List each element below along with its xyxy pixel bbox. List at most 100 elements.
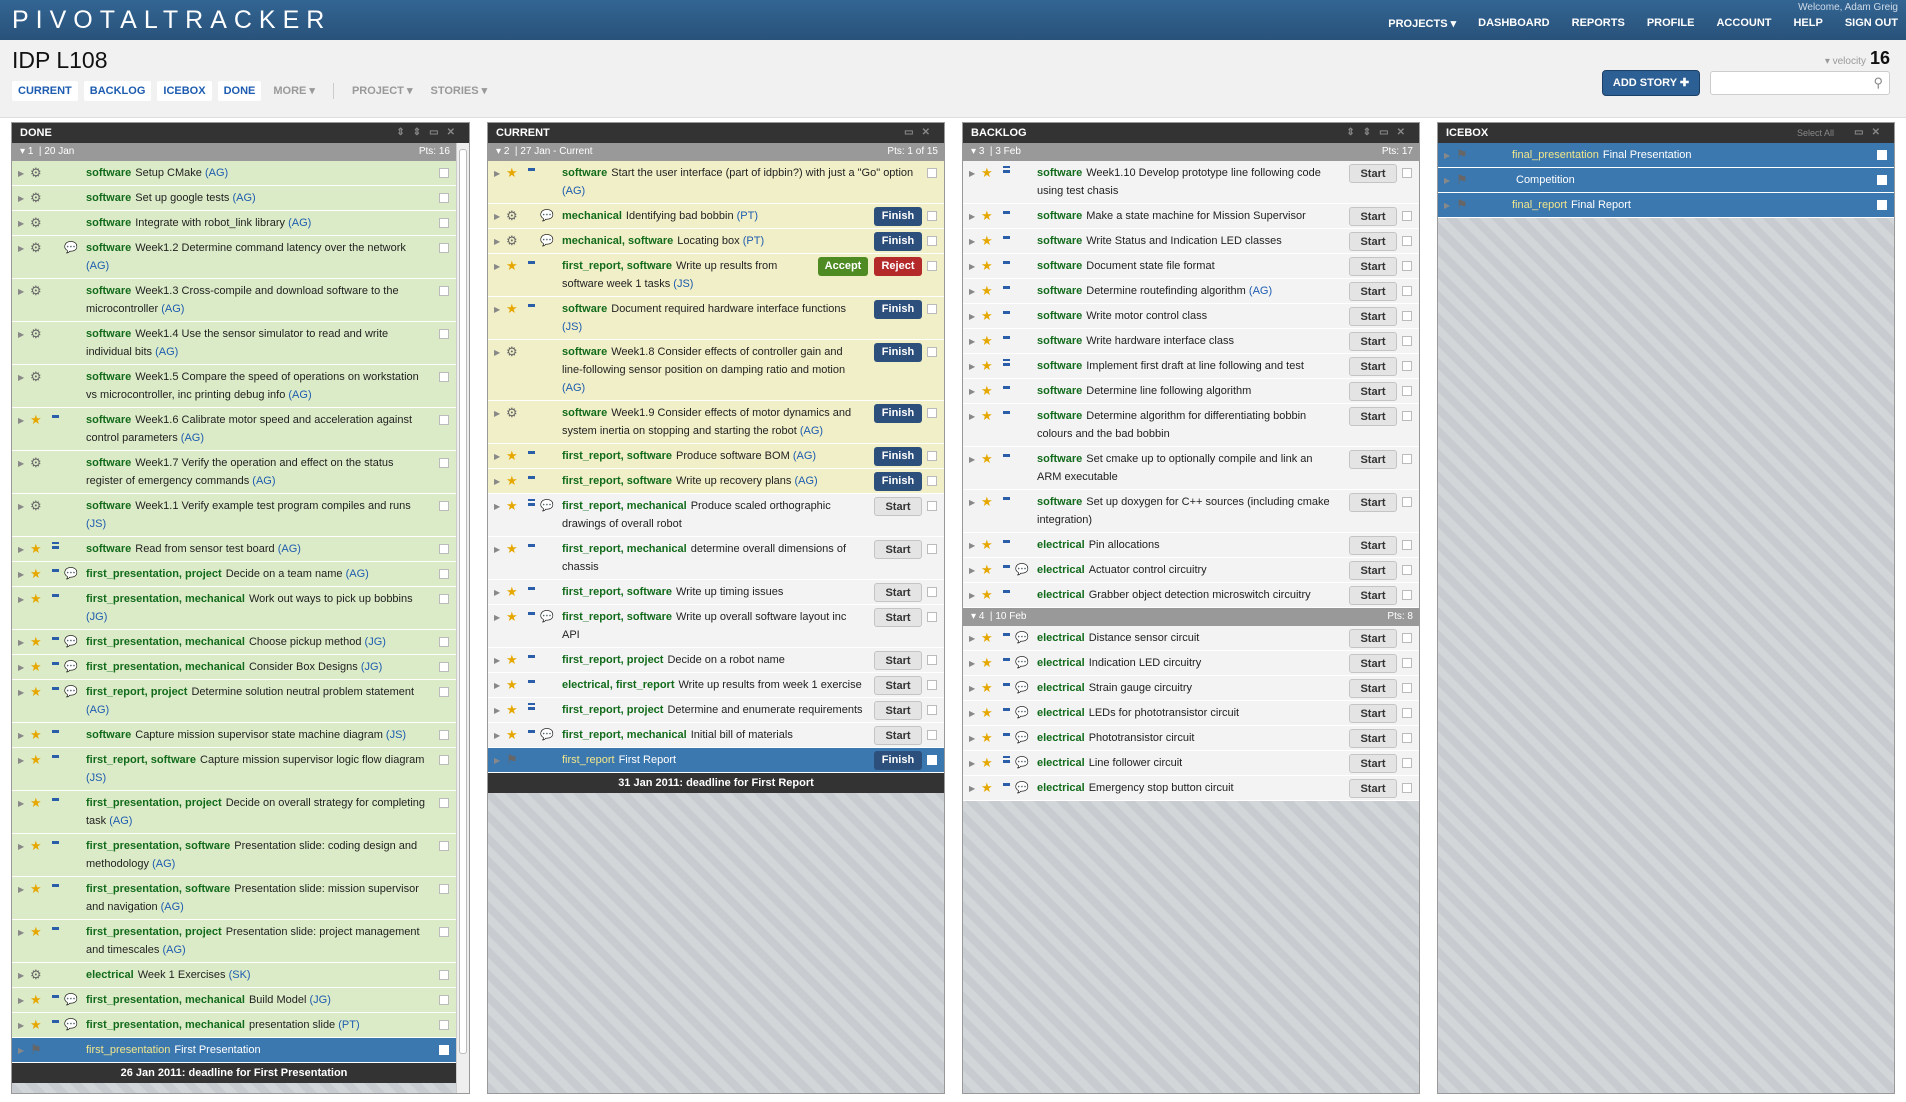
expand-icon[interactable]: ▶ — [969, 383, 975, 401]
release-marker[interactable]: ▶ ⚑ final_report Final Report — [1438, 193, 1894, 218]
story-labels[interactable]: first_presentation, mechanical — [86, 593, 245, 605]
select-checkbox[interactable] — [439, 372, 449, 382]
expand-icon[interactable]: ▶ — [969, 258, 975, 276]
select-checkbox[interactable] — [927, 612, 937, 622]
select-checkbox[interactable] — [439, 1045, 449, 1055]
story-item[interactable]: ▶ ★ first_report, mechanical determine over… — [488, 537, 944, 580]
select-checkbox[interactable] — [927, 168, 937, 178]
story-labels[interactable]: first_presentation, software — [86, 840, 230, 852]
start-button[interactable]: Start — [1349, 586, 1397, 605]
finish-button[interactable]: Finish — [874, 232, 922, 251]
expand-icon[interactable]: ▶ — [18, 240, 24, 258]
story-labels[interactable]: software — [1037, 360, 1082, 372]
start-button[interactable]: Start — [1349, 654, 1397, 673]
select-checkbox[interactable] — [927, 476, 937, 486]
expand-icon[interactable]: ▶ — [1444, 197, 1450, 215]
select-checkbox[interactable] — [1402, 708, 1412, 718]
story-labels[interactable]: software — [1037, 310, 1082, 322]
start-button[interactable]: Start — [1349, 407, 1397, 426]
story-item[interactable]: ▶ ★ first_presentation, software Presentati… — [12, 834, 456, 877]
expand-icon[interactable]: ▶ — [18, 752, 24, 770]
story-labels[interactable]: first_presentation — [86, 1044, 170, 1056]
select-checkbox[interactable] — [927, 211, 937, 221]
expand-icon[interactable]: ▶ — [18, 215, 24, 233]
story-labels[interactable]: first_report, mechanical — [562, 543, 687, 555]
select-checkbox[interactable] — [1402, 783, 1412, 793]
story-labels[interactable]: first_report, project — [562, 704, 663, 716]
select-checkbox[interactable] — [1402, 411, 1412, 421]
expand-icon[interactable]: ▶ — [969, 780, 975, 798]
select-checkbox[interactable] — [927, 544, 937, 554]
story-item[interactable]: ▶ ★ first_presentation, project Presentatio… — [12, 920, 456, 963]
finish-button[interactable]: Finish — [874, 751, 922, 770]
select-checkbox[interactable] — [439, 662, 449, 672]
nav-account[interactable]: ACCOUNT — [1716, 17, 1771, 30]
story-item[interactable]: ▶ ★ electrical Grabber object detection mic… — [963, 583, 1419, 608]
select-checkbox[interactable] — [439, 193, 449, 203]
story-item[interactable]: ▶ ⚙ electrical Week 1 Exercises (SK) — [12, 963, 456, 988]
story-labels[interactable]: software — [1037, 167, 1082, 179]
panel-controls-icon[interactable]: ⇕⇕▭✕ — [396, 123, 463, 143]
select-checkbox[interactable] — [1402, 454, 1412, 464]
story-labels[interactable]: software — [86, 414, 131, 426]
story-item[interactable]: ▶ ⚙ software Setup CMake (AG) — [12, 161, 456, 186]
story-item[interactable]: ▶ ★ software Write motor control class Star… — [963, 304, 1419, 329]
story-item[interactable]: ▶ ★ 💬 first_presentation, project Decide on … — [12, 562, 456, 587]
story-labels[interactable]: electrical — [1037, 782, 1085, 794]
story-item[interactable]: ▶ ⚙ 💬 mechanical, software Locating box (PT)… — [488, 229, 944, 254]
story-item[interactable]: ▶ ⚙ software Week1.8 Consider effects of co… — [488, 340, 944, 401]
expand-icon[interactable]: ▶ — [18, 591, 24, 609]
story-labels[interactable]: first_report, mechanical — [562, 729, 687, 741]
story-item[interactable]: ▶ ★ 💬 first_report, mechanical Produce scale… — [488, 494, 944, 537]
select-checkbox[interactable] — [927, 587, 937, 597]
expand-icon[interactable]: ▶ — [494, 208, 500, 226]
story-labels[interactable]: first_presentation, project — [86, 568, 222, 580]
start-button[interactable]: Start — [1349, 536, 1397, 555]
expand-icon[interactable]: ▶ — [494, 258, 500, 276]
story-item[interactable]: ▶ ⚙ software Week1.1 Verify example test pr… — [12, 494, 456, 537]
story-item[interactable]: ▶ ★ software Write Status and Indication LE… — [963, 229, 1419, 254]
story-item[interactable]: ▶ ⚙ software Set up google tests (AG) — [12, 186, 456, 211]
story-item[interactable]: ▶ ★ 💬 electrical Distance sensor circuit Sta… — [963, 626, 1419, 651]
expand-icon[interactable]: ▶ — [18, 455, 24, 473]
start-button[interactable]: Start — [1349, 629, 1397, 648]
expand-icon[interactable]: ▶ — [18, 1017, 24, 1035]
story-item[interactable]: ▶ ⚙ software Week1.9 Consider effects of mo… — [488, 401, 944, 444]
story-labels[interactable]: electrical, first_report — [562, 679, 675, 691]
story-labels[interactable]: first_presentation, mechanical — [86, 636, 245, 648]
expand-icon[interactable]: ▶ — [969, 451, 975, 469]
story-labels[interactable]: software — [86, 328, 131, 340]
story-item[interactable]: ▶ ★ 💬 first_presentation, mechanical Build M… — [12, 988, 456, 1013]
start-button[interactable]: Start — [874, 726, 922, 745]
select-checkbox[interactable] — [1402, 590, 1412, 600]
story-item[interactable]: ▶ ★ software Set up doxygen for C++ sources… — [963, 490, 1419, 533]
select-checkbox[interactable] — [439, 841, 449, 851]
story-labels[interactable]: software — [562, 346, 607, 358]
scrollbar-thumb[interactable] — [459, 149, 467, 1054]
expand-icon[interactable]: ▶ — [18, 684, 24, 702]
select-checkbox[interactable] — [439, 755, 449, 765]
select-checkbox[interactable] — [439, 458, 449, 468]
velocity[interactable]: ▾ velocity 16 — [1825, 48, 1890, 69]
story-item[interactable]: ▶ ★ 💬 first_presentation, mechanical present… — [12, 1013, 456, 1038]
expand-icon[interactable]: ▶ — [969, 358, 975, 376]
select-checkbox[interactable] — [439, 637, 449, 647]
story-item[interactable]: ▶ ★ 💬 first_presentation, mechanical Choose … — [12, 630, 456, 655]
story-item[interactable]: ▶ ★ 💬 first_report, mechanical Initial bill … — [488, 723, 944, 748]
story-labels[interactable]: electrical — [1037, 732, 1085, 744]
accept-button[interactable]: Accept — [818, 257, 868, 276]
menu-stories[interactable]: STORIES ▾ — [424, 80, 493, 101]
expand-icon[interactable]: ▶ — [494, 652, 500, 670]
story-item[interactable]: ▶ ★ 💬 electrical Strain gauge circuitry Star… — [963, 676, 1419, 701]
finish-button[interactable]: Finish — [874, 404, 922, 423]
story-labels[interactable]: electrical — [1037, 682, 1085, 694]
select-checkbox[interactable] — [1402, 497, 1412, 507]
story-labels[interactable]: mechanical — [562, 210, 622, 222]
release-marker[interactable]: ▶ ⚑ first_report First Report Finish — [488, 748, 944, 773]
start-button[interactable]: Start — [1349, 679, 1397, 698]
expand-icon[interactable]: ▶ — [18, 1042, 24, 1060]
story-labels[interactable]: first_report, mechanical — [562, 500, 687, 512]
select-checkbox[interactable] — [927, 408, 937, 418]
story-item[interactable]: ▶ ★ first_report, project Decide on a robot… — [488, 648, 944, 673]
select-checkbox[interactable] — [439, 884, 449, 894]
